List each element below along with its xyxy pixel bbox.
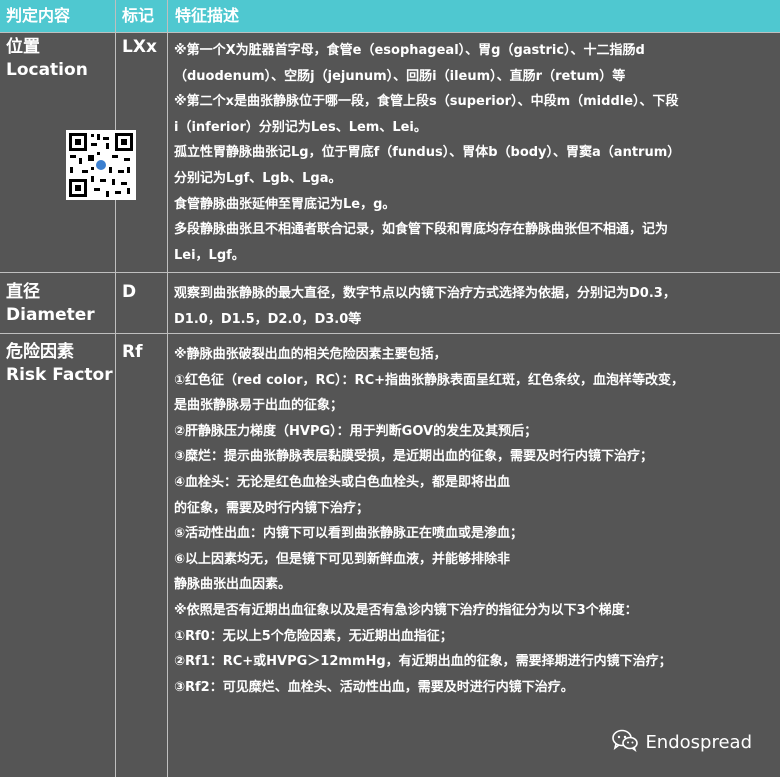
desc-line: ①红色征（red color，RC）：RC+指曲张静脉表面呈红斑，红色条纹，血泡…	[174, 372, 684, 388]
row-diameter-label: 直径 Diameter	[6, 281, 95, 327]
header-col-criteria: 判定内容	[6, 6, 71, 25]
row-diameter-mark: D	[122, 282, 137, 302]
row-location-label-en: Location	[6, 60, 88, 80]
desc-line: 多段静脉曲张且不相通者联合记录，如食管下段和胃底均存在静脉曲张但不相通，记为	[174, 222, 669, 238]
desc-line: D1.0，D1.5，D2.0，D3.0等	[174, 311, 362, 327]
row-risk-factor-label: 危险因素 Risk Factor	[6, 341, 113, 387]
row-location-description: ※第一个X为脏器首字母，食管e（esophageal）、胃g（gastric）、…	[174, 38, 774, 268]
row-risk-factor-label-en: Risk Factor	[6, 365, 113, 385]
grid-vline-2	[167, 0, 168, 777]
desc-line: ②Rf1：RC+或HVPG＞12mmHg，有近期出血的征象，需要择期进行内镜下治…	[174, 654, 672, 670]
row-diameter-description: 观察到曲张静脉的最大直径，数字节点以内镜下治疗方式选择为依据，分别记为D0.3，…	[174, 281, 774, 332]
desc-line: ⑤活动性出血：内镜下可以看到曲张静脉正在喷血或是渗血；	[174, 526, 524, 542]
desc-line: Lei，Lgf。	[174, 247, 245, 263]
grid-vline-1	[115, 0, 116, 777]
desc-line: ※第一个X为脏器首字母，食管e（esophageal）、胃g（gastric）、…	[174, 43, 645, 58]
feature-table: 判定内容 标记 特征描述 位置 Location LXx ※第一个X为脏器首字母…	[0, 0, 780, 777]
watermark-text: Endospread	[645, 732, 752, 753]
wechat-icon	[611, 728, 639, 757]
grid-hline-header	[0, 32, 780, 33]
grid-hline-row1	[0, 272, 780, 273]
header-col-mark: 标记	[122, 6, 155, 25]
desc-line: ④血栓头：无论是红色血栓头或白色血栓头，都是即将出血	[174, 474, 511, 490]
desc-line: 食管静脉曲张延伸至胃底记为Le，g。	[174, 196, 396, 212]
desc-line: （duodenum）、空肠j（jejunum）、回肠i（ileum）、直肠r（r…	[174, 68, 626, 84]
row-location-mark: LXx	[122, 37, 157, 57]
desc-line: ①Rf0：无以上5个危险因素，无近期出血指征；	[174, 628, 453, 644]
row-diameter-label-cn: 直径	[6, 282, 40, 302]
header-col-description: 特征描述	[175, 6, 240, 25]
desc-line: ※第二个x是曲张静脉位于哪一段，食管上段s（superior）、中段m（midd…	[174, 94, 679, 110]
row-diameter-label-en: Diameter	[6, 305, 95, 325]
desc-line: 是曲张静脉易于出血的征象；	[174, 398, 344, 414]
desc-line: ③糜烂：提示曲张静脉表层黏膜受损，是近期出血的征象，需要及时行内镜下治疗；	[174, 449, 654, 465]
desc-line: ②肝静脉压力梯度（HVPG）：用于判断GOV的发生及其预后；	[174, 423, 538, 439]
desc-line: ⑥以上因素均无，但是镜下可见到新鲜血液，并能够排除非	[174, 551, 511, 567]
desc-line: i（inferior）分别记为Les、Lem、Lei。	[174, 119, 427, 135]
desc-line: 孤立性胃静脉曲张记Lg，位于胃底f（fundus）、胃体b（body）、胃窦a（…	[174, 145, 681, 161]
row-location-label: 位置 Location	[6, 36, 88, 82]
row-risk-factor-mark: Rf	[122, 342, 143, 362]
qr-code-icon	[66, 130, 136, 200]
desc-line: 观察到曲张静脉的最大直径，数字节点以内镜下治疗方式选择为依据，分别记为D0.3，	[174, 286, 676, 301]
grid-hline-row2	[0, 333, 780, 334]
desc-line: ※静脉曲张破裂出血的相关危险因素主要包括，	[174, 347, 447, 362]
watermark: Endospread	[611, 728, 752, 757]
desc-line: 静脉曲张出血因素。	[174, 577, 292, 593]
row-risk-factor-label-cn: 危险因素	[6, 342, 74, 362]
desc-line: 分别记为Lgf、Lgb、Lga。	[174, 170, 342, 186]
desc-line: 的征象，需要及时行内镜下治疗；	[174, 500, 370, 516]
desc-line: ③Rf2：可见糜烂、血栓头、活动性出血，需要及时进行内镜下治疗。	[174, 679, 574, 695]
row-risk-factor-description: ※静脉曲张破裂出血的相关危险因素主要包括， ①红色征（red color，RC）…	[174, 342, 774, 700]
desc-line: ※依照是否有近期出血征象以及是否有急诊内镜下治疗的指征分为以下3个梯度：	[174, 602, 638, 618]
table-header: 判定内容 标记 特征描述	[0, 0, 780, 32]
row-location-label-cn: 位置	[6, 37, 40, 57]
